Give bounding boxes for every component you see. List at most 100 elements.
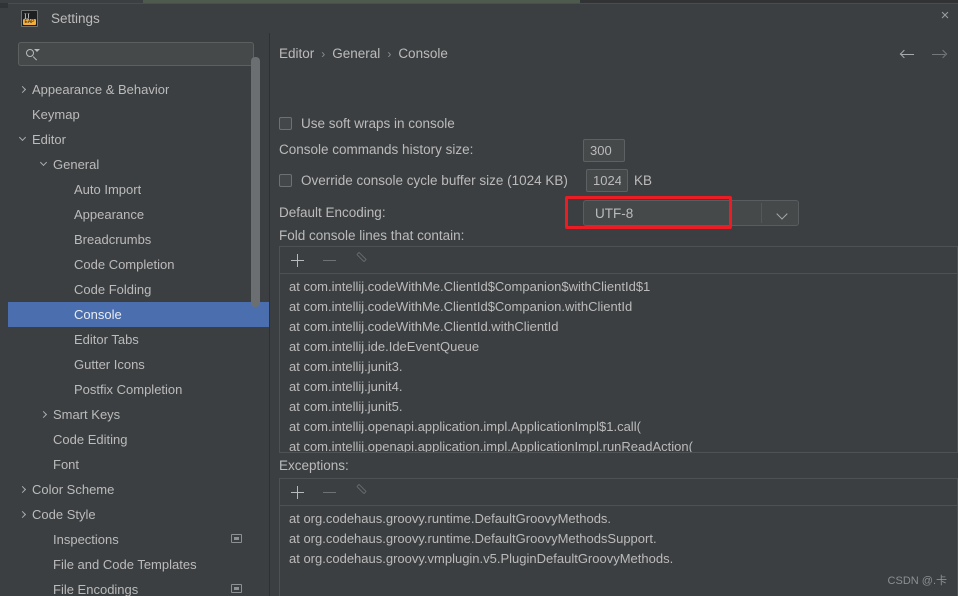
sidebar-item-font[interactable]: Font: [8, 452, 269, 477]
project-scope-badge-icon: [231, 584, 242, 593]
soft-wraps-checkbox[interactable]: [279, 117, 292, 130]
sidebar-item-postfix-completion[interactable]: Postfix Completion: [8, 377, 269, 402]
combobox-divider: [761, 203, 762, 223]
cycle-buffer-label: Override console cycle buffer size (1024…: [301, 173, 568, 188]
chevron-down-icon[interactable]: [776, 208, 788, 220]
search-input[interactable]: [42, 47, 242, 61]
search-box[interactable]: [18, 42, 254, 66]
fold-rule-list-item[interactable]: at com.intellij.junit4.: [280, 377, 957, 397]
cycle-buffer-unit-label: KB: [634, 173, 653, 188]
history-size-label: Console commands history size:: [279, 142, 474, 157]
sidebar-item-label: Inspections: [53, 532, 119, 547]
sidebar-item-label: Appearance: [74, 207, 145, 222]
project-scope-badge-icon: [231, 534, 242, 543]
default-encoding-value: UTF-8: [595, 205, 634, 221]
history-size-label-row: Console commands history size:: [279, 142, 473, 157]
sidebar-item-file-encodings[interactable]: File Encodings: [8, 577, 269, 596]
sidebar-item-label: Smart Keys: [53, 407, 121, 422]
remove-exception-rule-button[interactable]: [322, 485, 337, 500]
fold-section-label: Fold console lines that contain:: [279, 228, 465, 243]
fold-rule-list-item[interactable]: at com.intellij.codeWithMe.ClientId.with…: [280, 317, 957, 337]
sidebar-item-gutter-icons[interactable]: Gutter Icons: [8, 352, 269, 377]
chevron-right-icon[interactable]: [18, 509, 29, 520]
exceptions-section-label: Exceptions:: [279, 458, 349, 473]
cycle-buffer-input[interactable]: [586, 169, 628, 192]
sidebar-item-label: Code Folding: [74, 282, 152, 297]
sidebar-item-editor[interactable]: Editor: [8, 127, 269, 152]
sidebar-item-code-style[interactable]: Code Style: [8, 502, 269, 527]
sidebar-item-appearance[interactable]: Appearance: [8, 202, 269, 227]
fold-rule-list-item[interactable]: at com.intellij.codeWithMe.ClientId$Comp…: [280, 297, 957, 317]
sidebar-item-code-completion[interactable]: Code Completion: [8, 252, 269, 277]
chevron-right-icon[interactable]: [39, 409, 50, 420]
breadcrumb-item-general[interactable]: General: [332, 46, 380, 61]
sidebar-item-file-and-code-templates[interactable]: File and Code Templates: [8, 552, 269, 577]
settings-tree[interactable]: Appearance & Behavior Keymap Editor General…: [8, 77, 269, 596]
chevron-right-icon[interactable]: [18, 484, 29, 495]
chevron-down-icon[interactable]: [18, 133, 29, 145]
chevron-down-icon[interactable]: [39, 158, 50, 170]
sidebar-item-inspections[interactable]: Inspections: [8, 527, 269, 552]
sidebar-item-smart-keys[interactable]: Smart Keys: [8, 402, 269, 427]
soft-wraps-label: Use soft wraps in console: [301, 116, 455, 131]
settings-dialog: IJ EAP Settings × Appearance & Behavior K…: [8, 3, 958, 596]
edit-fold-rule-icon[interactable]: [354, 251, 369, 268]
sidebar-scrollbar-thumb[interactable]: [251, 57, 260, 307]
exception-rules-list[interactable]: at org.codehaus.groovy.runtime.DefaultGr…: [279, 505, 958, 596]
sidebar-item-console[interactable]: Console: [8, 302, 269, 327]
fold-rule-list-item[interactable]: at com.intellij.ide.IdeEventQueue: [280, 337, 957, 357]
sidebar-scrollbar-track[interactable]: [251, 33, 260, 553]
sidebar-item-color-scheme[interactable]: Color Scheme: [8, 477, 269, 502]
sidebar-item-label: Code Completion: [74, 257, 175, 272]
exception-rule-list-item[interactable]: at org.codehaus.groovy.runtime.DefaultGr…: [280, 509, 957, 529]
fold-rule-list-item[interactable]: at com.intellij.openapi.application.impl…: [280, 417, 957, 437]
sidebar-item-label: File and Code Templates: [53, 557, 197, 572]
sidebar-item-auto-import[interactable]: Auto Import: [8, 177, 269, 202]
sidebar-item-label: Font: [53, 457, 80, 472]
sidebar-item-label: File Encodings: [53, 582, 139, 596]
fold-rule-list-item[interactable]: at com.intellij.openapi.application.impl…: [280, 437, 957, 452]
cycle-buffer-row[interactable]: Override console cycle buffer size (1024…: [279, 173, 568, 188]
close-icon[interactable]: ×: [935, 6, 955, 26]
sidebar-item-label: Keymap: [32, 107, 80, 122]
sidebar-item-editor-tabs[interactable]: Editor Tabs: [8, 327, 269, 352]
exception-rule-list-item[interactable]: at org.codehaus.groovy.vmplugin.v5.Plugi…: [280, 549, 957, 569]
logo-eap-text: EAP: [24, 19, 35, 25]
sidebar-item-appearance-behavior[interactable]: Appearance & Behavior: [8, 77, 269, 102]
search-icon[interactable]: [25, 47, 40, 61]
sidebar-item-label: Code Editing: [53, 432, 128, 447]
sidebar-item-keymap[interactable]: Keymap: [8, 102, 269, 127]
exception-rule-list-item[interactable]: at org.codehaus.groovy.runtime.DefaultGr…: [280, 529, 957, 549]
sidebar-item-label: Editor: [32, 132, 66, 147]
fold-list-toolbar: [279, 246, 958, 273]
settings-window-root: IJ EAP Settings × Appearance & Behavior K…: [0, 0, 958, 596]
chevron-right-icon[interactable]: [18, 84, 29, 95]
edit-exception-rule-icon[interactable]: [354, 483, 369, 500]
soft-wraps-row[interactable]: Use soft wraps in console: [279, 116, 455, 131]
add-fold-rule-button[interactable]: [290, 253, 305, 268]
default-encoding-combobox[interactable]: UTF-8: [583, 200, 799, 226]
cycle-buffer-checkbox[interactable]: [279, 174, 292, 187]
sidebar-item-label: General: [53, 157, 100, 172]
settings-sidebar: Appearance & Behavior Keymap Editor General…: [8, 33, 269, 596]
search-field-wrapper: [18, 42, 254, 66]
sidebar-item-label: Color Scheme: [32, 482, 115, 497]
arrow-left-icon[interactable]: [899, 47, 916, 63]
fold-rule-list-item[interactable]: at com.intellij.junit5.: [280, 397, 957, 417]
fold-rules-list[interactable]: at com.intellij.codeWithMe.ClientId$Comp…: [279, 273, 958, 453]
arrow-right-icon[interactable]: [931, 47, 948, 63]
history-size-input[interactable]: [583, 139, 625, 162]
sidebar-item-general[interactable]: General: [8, 152, 269, 177]
breadcrumb-item-editor[interactable]: Editor: [279, 46, 314, 61]
breadcrumb: Editor › General › Console: [279, 46, 448, 61]
fold-rule-list-item[interactable]: at com.intellij.codeWithMe.ClientId$Comp…: [280, 277, 957, 297]
title-bar: IJ EAP Settings ×: [8, 4, 958, 33]
add-exception-rule-button[interactable]: [290, 485, 305, 500]
remove-fold-rule-button[interactable]: [322, 253, 337, 268]
sidebar-item-label: Code Style: [32, 507, 96, 522]
sidebar-item-code-editing[interactable]: Code Editing: [8, 427, 269, 452]
fold-rule-list-item[interactable]: at com.intellij.junit3.: [280, 357, 957, 377]
sidebar-item-breadcrumbs[interactable]: Breadcrumbs: [8, 227, 269, 252]
sidebar-item-code-folding[interactable]: Code Folding: [8, 277, 269, 302]
breadcrumb-item-console[interactable]: Console: [398, 46, 448, 61]
